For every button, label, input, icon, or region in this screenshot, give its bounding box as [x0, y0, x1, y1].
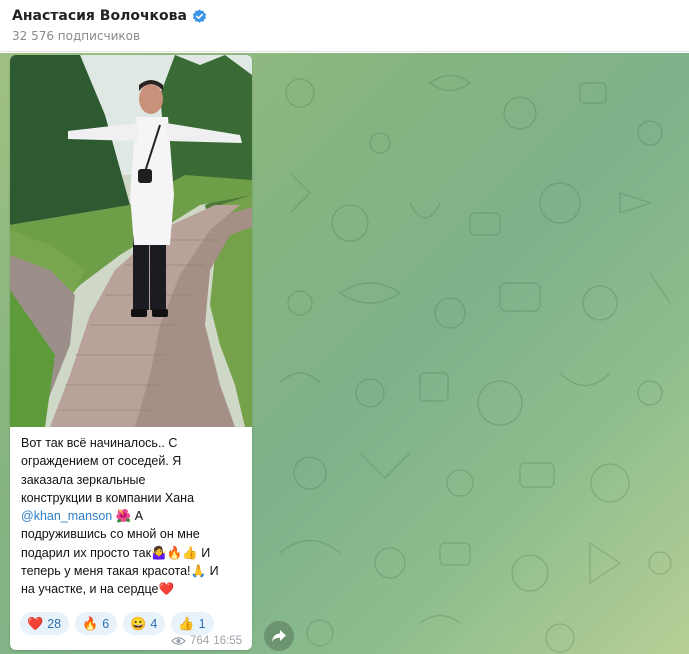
- subscriber-count: 32 576 подписчиков: [12, 29, 141, 43]
- chat-background: Вот так всё начиналось.. С ограждением о…: [0, 53, 689, 654]
- reaction-thumbs-up[interactable]: 👍 1: [171, 612, 214, 635]
- heart-icon: ❤️: [27, 615, 44, 631]
- caption-line: подарил их просто так🤷‍♀️🔥👍 И: [21, 545, 211, 560]
- post-photo[interactable]: [10, 55, 252, 427]
- caption-line: заказала зеркальные: [21, 472, 146, 487]
- reaction-count: 1: [198, 616, 206, 631]
- reactions-bar: ❤️ 28 🔥 6 😀 4 👍 1: [20, 612, 214, 635]
- channel-title-row: Анастасия Волочкова: [12, 8, 677, 24]
- message-bubble[interactable]: Вот так всё начиналось.. С ограждением о…: [10, 55, 252, 650]
- channel-name[interactable]: Анастасия Волочкова: [12, 8, 187, 24]
- mention-link[interactable]: @khan_manson: [21, 509, 112, 523]
- verified-icon: [192, 8, 207, 23]
- reaction-count: 28: [47, 616, 62, 631]
- caption-line: @khan_manson 🌺 А: [21, 507, 249, 525]
- share-button[interactable]: [264, 621, 294, 651]
- fire-icon: 🔥: [82, 615, 99, 631]
- message-time: 16:55: [213, 635, 242, 647]
- reaction-fire[interactable]: 🔥 6: [75, 612, 118, 635]
- smile-icon: 😀: [130, 615, 147, 631]
- caption-line: конструкции в компании Хана: [21, 490, 195, 505]
- caption-fragment: 🌺 А: [112, 509, 144, 524]
- caption-line: Вот так всё начиналось.. С: [21, 436, 178, 450]
- caption-line: теперь у меня такая красота!🙏 И: [21, 564, 219, 579]
- reaction-smile[interactable]: 😀 4: [123, 612, 166, 635]
- caption-line: подружившись со мной он мне: [21, 527, 200, 542]
- reaction-count: 4: [150, 616, 158, 631]
- message-meta: 764 16:55: [171, 635, 242, 647]
- post-caption: Вот так всё начиналось.. С ограждением о…: [21, 434, 249, 599]
- caption-line: ограждением от соседей. Я: [21, 454, 182, 469]
- view-count: 764: [190, 635, 210, 647]
- share-icon: [272, 630, 286, 642]
- reaction-count: 6: [102, 616, 110, 631]
- eye-icon: [171, 637, 186, 645]
- chat-header[interactable]: Анастасия Волочкова 32 576 подписчиков: [0, 0, 689, 52]
- caption-line: на участке, и на сердце❤️: [21, 582, 175, 597]
- reaction-heart[interactable]: ❤️ 28: [20, 612, 70, 635]
- thumbs-up-icon: 👍: [178, 615, 195, 631]
